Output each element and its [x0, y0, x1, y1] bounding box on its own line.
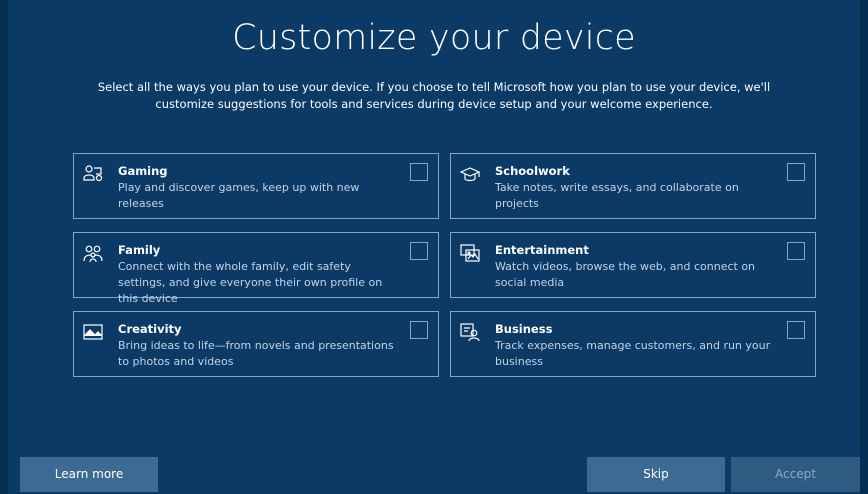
accept-button[interactable]: Accept: [731, 457, 860, 492]
option-card-gaming[interactable]: Gaming Play and discover games, keep up …: [73, 153, 439, 219]
option-checkbox-entertainment[interactable]: [787, 242, 805, 260]
option-title: Creativity: [118, 322, 182, 336]
business-icon: [459, 321, 481, 343]
option-description: Bring ideas to life—from novels and pres…: [118, 339, 394, 368]
option-description: Take notes, write essays, and collaborat…: [495, 181, 739, 210]
option-description: Connect with the whole family, edit safe…: [118, 260, 383, 305]
option-card-creativity[interactable]: Creativity Bring ideas to life—from nove…: [73, 311, 439, 377]
option-checkbox-schoolwork[interactable]: [787, 163, 805, 181]
option-checkbox-gaming[interactable]: [410, 163, 428, 181]
option-title: Entertainment: [495, 243, 589, 257]
option-title: Family: [118, 243, 161, 257]
window-frame-right: [860, 0, 868, 494]
option-checkbox-family[interactable]: [410, 242, 428, 260]
learn-more-button[interactable]: Learn more: [20, 457, 158, 492]
option-card-business[interactable]: Business Track expenses, manage customer…: [450, 311, 816, 377]
page-subtitle: Select all the ways you plan to use your…: [97, 80, 771, 111]
option-title: Gaming: [118, 164, 168, 178]
gaming-icon: [82, 163, 104, 185]
option-description: Play and discover games, keep up with ne…: [118, 181, 360, 210]
option-card-entertainment[interactable]: Entertainment Watch videos, browse the w…: [450, 232, 816, 298]
option-description: Track expenses, manage customers, and ru…: [495, 339, 771, 368]
picture-icon: [82, 321, 104, 343]
option-checkbox-business[interactable]: [787, 321, 805, 339]
option-title: Schoolwork: [495, 164, 570, 178]
skip-button[interactable]: Skip: [587, 457, 725, 492]
entertainment-icon: [459, 242, 481, 264]
family-icon: [82, 242, 104, 264]
page-title: Customize your device: [232, 18, 636, 58]
window-frame-left: [0, 0, 8, 494]
option-card-family[interactable]: Family Connect with the whole family, ed…: [73, 232, 439, 305]
graduation-cap-icon: [459, 163, 481, 185]
option-card-schoolwork[interactable]: Schoolwork Take notes, write essays, and…: [450, 153, 816, 219]
option-checkbox-creativity[interactable]: [410, 321, 428, 339]
option-title: Business: [495, 322, 553, 336]
option-description: Watch videos, browse the web, and connec…: [495, 260, 756, 289]
